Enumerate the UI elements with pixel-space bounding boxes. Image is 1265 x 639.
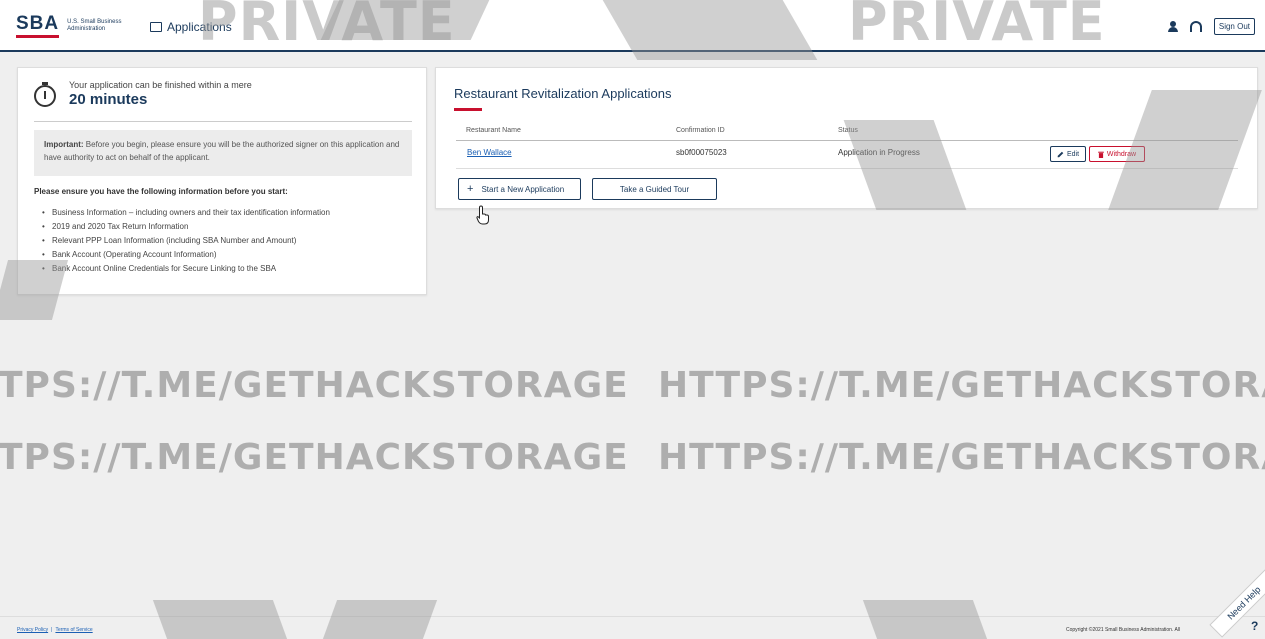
sba-logo[interactable]: SBA U.S. Small Business Administration <box>16 14 137 38</box>
table-header-divider <box>456 140 1238 141</box>
footer-links: Privacy Policy | Terms of Service <box>17 627 93 633</box>
important-text: Before you begin, please ensure you will… <box>44 140 400 162</box>
applications-title: Restaurant Revitalization Applications <box>454 86 672 101</box>
restaurant-name-link[interactable]: Ben Wallace <box>467 148 512 157</box>
watermark-private-right: PRIVATE <box>848 0 1106 53</box>
sba-logo-mark: SBA <box>16 14 60 38</box>
copyright-text: Copyright ©2021 Small Business Administr… <box>1066 627 1181 633</box>
list-item: Business Information – including owners … <box>42 206 330 220</box>
important-label: Important: <box>44 140 84 149</box>
user-icon[interactable] <box>1167 20 1178 33</box>
ensure-heading: Please ensure you have the following inf… <box>34 187 288 196</box>
help-question-icon[interactable]: ? <box>1251 619 1258 633</box>
divider <box>34 121 412 122</box>
list-item: Bank Account (Operating Account Informat… <box>42 248 330 262</box>
row-divider <box>456 168 1238 169</box>
start-new-application-label: Start a New Application <box>481 184 565 194</box>
list-item: Relevant PPP Loan Information (including… <box>42 234 330 248</box>
headset-icon[interactable] <box>1189 21 1202 32</box>
requirements-list: Business Information – including owners … <box>42 206 330 276</box>
list-item: 2019 and 2020 Tax Return Information <box>42 220 330 234</box>
title-underline <box>454 108 482 111</box>
watermark-shape <box>862 600 988 639</box>
watermark-url: HTTPS://T.ME/GETHACKSTORA <box>658 437 1265 478</box>
stopwatch-icon <box>34 82 56 107</box>
finish-minutes: 20 minutes <box>69 91 148 108</box>
finish-text: Your application can be finished within … <box>69 80 252 90</box>
privacy-policy-link[interactable]: Privacy Policy <box>17 627 48 633</box>
list-item: Bank Account Online Credentials for Secu… <box>42 262 330 276</box>
watermark-shape <box>0 260 69 320</box>
guided-tour-button[interactable]: Take a Guided Tour <box>592 178 717 200</box>
terms-of-service-link[interactable]: Terms of Service <box>55 627 92 633</box>
watermark-private-left: PRIVATE <box>198 0 456 53</box>
pencil-icon <box>1057 151 1064 157</box>
watermark-shape <box>152 600 288 639</box>
trash-icon <box>1098 151 1104 158</box>
watermark-url: TPS://T.ME/GETHACKSTORAGE <box>0 437 629 478</box>
column-header-confirmation-id: Confirmation ID <box>676 127 725 134</box>
confirmation-id: sb0f00075023 <box>676 148 727 157</box>
footer-separator: | <box>51 627 53 633</box>
info-card: Your application can be finished within … <box>17 67 427 295</box>
sign-out-button[interactable]: Sign Out <box>1213 18 1255 35</box>
sba-logo-text: U.S. Small Business Administration <box>67 19 122 32</box>
watermark-shape <box>602 0 818 60</box>
hand-cursor-icon <box>476 205 489 225</box>
column-header-restaurant-name: Restaurant Name <box>466 127 521 134</box>
watermark-shape <box>322 600 438 639</box>
watermark-url: HTTPS://T.ME/GETHACKSTORA <box>658 365 1265 406</box>
edit-label: Edit <box>1066 150 1080 158</box>
edit-button[interactable]: Edit <box>1050 146 1086 162</box>
important-notice: Important: Before you begin, please ensu… <box>34 130 412 176</box>
watermark-url: TPS://T.ME/GETHACKSTORAGE <box>0 365 629 406</box>
applications-icon <box>150 22 162 32</box>
plus-icon: + <box>467 183 474 195</box>
header-actions: Sign Out <box>1167 18 1255 35</box>
start-new-application-button[interactable]: + Start a New Application <box>458 178 581 200</box>
